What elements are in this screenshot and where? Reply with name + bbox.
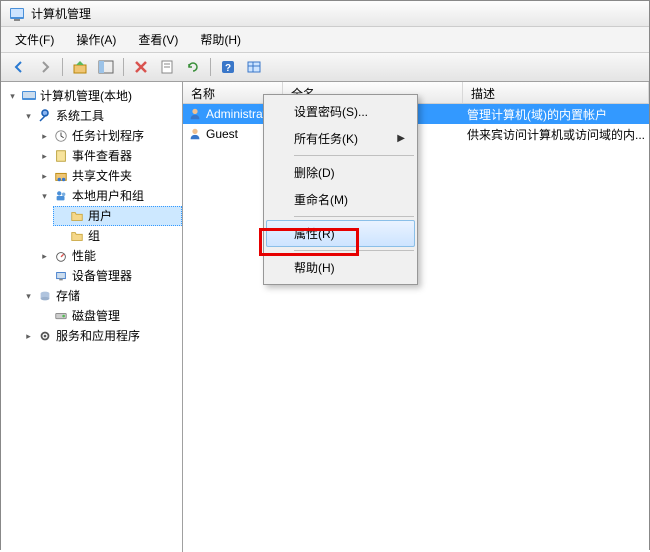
tree-local-users-groups[interactable]: ▾ 本地用户和组 [37,186,182,206]
tree-users[interactable]: · 用户 [53,206,182,226]
column-desc[interactable]: 描述 [463,82,649,103]
expander-icon[interactable]: ▾ [23,111,34,122]
services-icon [37,328,53,344]
tree-disk-mgmt[interactable]: · 磁盘管理 [37,306,182,326]
refresh-button[interactable] [181,56,205,78]
toolbar-separator [123,58,124,76]
storage-icon [37,288,53,304]
menu-properties[interactable]: 属性(R) [266,220,415,247]
folder-icon [69,228,85,244]
tree-label: 本地用户和组 [72,187,144,205]
menu-set-password[interactable]: 设置密码(S)... [266,98,415,125]
expander-icon[interactable]: ▸ [39,131,50,142]
tree-label: 任务计划程序 [72,127,144,145]
menu-separator [294,155,414,156]
menu-label: 重命名(M) [294,191,348,208]
tree-label: 用户 [88,207,112,225]
tree-label: 存储 [56,287,80,305]
tree-groups[interactable]: · 组 [53,226,182,246]
expander-icon[interactable]: ▾ [7,91,18,102]
menu-rename[interactable]: 重命名(M) [266,186,415,213]
menu-label: 属性(R) [294,225,335,242]
tree-event-viewer[interactable]: ▸ 事件查看器 [37,146,182,166]
menu-separator [294,216,414,217]
shared-folder-icon [53,168,69,184]
performance-icon [53,248,69,264]
nav-forward-button[interactable] [33,56,57,78]
context-menu: 设置密码(S)... 所有任务(K) ▶ 删除(D) 重命名(M) 属性(R) [263,94,418,285]
tree-label: 性能 [72,247,96,265]
tree-label: 组 [88,227,100,245]
clock-icon [53,128,69,144]
submenu-arrow-icon: ▶ [397,133,405,144]
tree-label: 设备管理器 [72,267,132,285]
tree-label: 事件查看器 [72,147,132,165]
nav-tree: ▾ 计算机管理(本地) ▾ 系统工具 [1,86,182,346]
toolbar-separator [62,58,63,76]
menu-separator [294,250,414,251]
menubar: 文件(F) 操作(A) 查看(V) 帮助(H) [1,27,649,53]
show-hide-tree-button[interactable] [94,56,118,78]
cell-text: 管理计算机(域)的内置帐户 [463,104,649,125]
up-folder-button[interactable] [68,56,92,78]
user-icon [187,126,203,142]
tools-icon [37,108,53,124]
tree-device-manager[interactable]: · 设备管理器 [37,266,182,286]
tree-label: 计算机管理(本地) [40,87,132,105]
app-icon [9,6,25,22]
tree-label: 系统工具 [56,107,104,125]
tree-services-apps[interactable]: ▸ 服务和应用程序 [21,326,182,346]
users-groups-icon [53,188,69,204]
window-titlebar: 计算机管理 [1,1,649,27]
export-list-button[interactable] [242,56,266,78]
tree-shared-folders[interactable]: ▸ 共享文件夹 [37,166,182,186]
nav-back-button[interactable] [7,56,31,78]
tree-label: 共享文件夹 [72,167,132,185]
menu-delete[interactable]: 删除(D) [266,159,415,186]
menu-label: 帮助(H) [294,259,335,276]
toolbar-separator [210,58,211,76]
expander-icon[interactable]: ▾ [39,191,50,202]
content-area: ▾ 计算机管理(本地) ▾ 系统工具 [1,82,649,552]
device-manager-icon [53,268,69,284]
computer-mgmt-icon [21,88,37,104]
user-icon [187,106,203,122]
menu-help[interactable]: 帮助(H) [190,29,251,50]
menu-view[interactable]: 查看(V) [128,29,188,50]
properties-button[interactable] [155,56,179,78]
help-button[interactable]: ? [216,56,240,78]
menu-all-tasks[interactable]: 所有任务(K) ▶ [266,125,415,152]
svg-text:?: ? [225,63,231,74]
event-viewer-icon [53,148,69,164]
menu-action[interactable]: 操作(A) [66,29,126,50]
menu-label: 所有任务(K) [294,130,358,147]
tree-system-tools[interactable]: ▾ 系统工具 [21,106,182,126]
tree-task-scheduler[interactable]: ▸ 任务计划程序 [37,126,182,146]
expander-icon[interactable]: ▸ [39,151,50,162]
tree-performance[interactable]: ▸ 性能 [37,246,182,266]
menu-label: 设置密码(S)... [294,103,368,120]
cell-text: 供来宾访问计算机或访问域的内... [463,124,649,145]
menu-help[interactable]: 帮助(H) [266,254,415,281]
tree-storage[interactable]: ▾ 存储 [21,286,182,306]
expander-icon[interactable]: ▸ [39,171,50,182]
disk-icon [53,308,69,324]
tree-label: 磁盘管理 [72,307,120,325]
list-pane: 名称 全名 描述 Administrat... 管理计算机(域)的内置帐户 G [183,82,649,552]
expander-icon[interactable]: ▸ [39,251,50,262]
expander-icon[interactable]: ▸ [23,331,34,342]
menu-file[interactable]: 文件(F) [5,29,64,50]
tree-root[interactable]: ▾ 计算机管理(本地) [5,86,182,106]
tree-label: 服务和应用程序 [56,327,140,345]
tree-pane[interactable]: ▾ 计算机管理(本地) ▾ 系统工具 [1,82,183,552]
cell-text: Guest [206,127,238,141]
menu-label: 删除(D) [294,164,335,181]
window-title: 计算机管理 [31,5,91,22]
toolbar: ? [1,53,649,82]
delete-button[interactable] [129,56,153,78]
expander-icon[interactable]: ▾ [23,291,34,302]
folder-icon [69,208,85,224]
